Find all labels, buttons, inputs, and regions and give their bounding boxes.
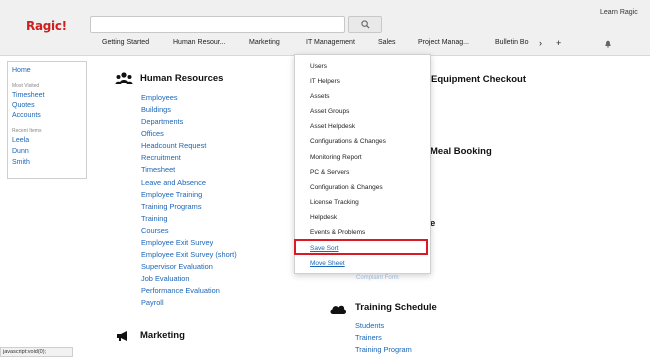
sidebar-item-dunn[interactable]: Dunn <box>12 148 29 155</box>
tab-getting-started[interactable]: Getting Started <box>102 39 149 46</box>
bell-icon[interactable] <box>604 40 612 48</box>
dropdown-item-monitoring-report[interactable]: Monitoring Report <box>310 154 362 161</box>
hr-link-training-programs[interactable]: Training Programs <box>141 202 202 211</box>
hr-link-training[interactable]: Training <box>141 214 167 223</box>
learn-ragic-link[interactable]: Learn Ragic <box>600 9 638 16</box>
status-bar: javascript:void(0); <box>0 347 73 357</box>
sidebar-item-smith[interactable]: Smith <box>12 159 30 166</box>
dropdown-item-users[interactable]: Users <box>310 63 327 70</box>
tab-bulletin-board[interactable]: Bulletin Bo <box>495 39 528 46</box>
hr-link-departments[interactable]: Departments <box>141 117 183 126</box>
sidebar: Home Most Visited Timesheet Quotes Accou… <box>7 61 87 179</box>
hr-link-recruitment[interactable]: Recruitment <box>141 153 181 162</box>
section-title-human-resources: Human Resources <box>140 73 224 84</box>
dropdown-item-asset-helpdesk[interactable]: Asset Helpdesk <box>310 123 355 130</box>
section-title-training-schedule: Training Schedule <box>355 302 437 313</box>
dropdown-item-configuration-changes[interactable]: Configuration & Changes <box>310 184 383 191</box>
hr-link-buildings[interactable]: Buildings <box>141 105 171 114</box>
hr-link-courses[interactable]: Courses <box>141 226 169 235</box>
hr-link-employee-exit-survey-short[interactable]: Employee Exit Survey (short) <box>141 250 237 259</box>
dropdown-item-assets[interactable]: Assets <box>310 93 330 100</box>
search-input[interactable] <box>90 16 345 33</box>
hr-link-leave-and-absence[interactable]: Leave and Absence <box>141 178 206 187</box>
recent-items-caption: Recent Items <box>12 128 42 134</box>
search-icon <box>360 20 370 29</box>
hr-link-headcount-request[interactable]: Headcount Request <box>141 141 206 150</box>
dropdown-item-pc-servers[interactable]: PC & Servers <box>310 169 349 176</box>
hr-link-job-evaluation[interactable]: Job Evaluation <box>141 274 189 283</box>
tab-project-management[interactable]: Project Manag... <box>418 39 469 46</box>
most-visited-caption: Most Visited <box>12 83 40 89</box>
hr-link-employees[interactable]: Employees <box>141 93 178 102</box>
section-title-meal-booking: Meal Booking <box>430 146 492 157</box>
training-link-trainers[interactable]: Trainers <box>355 333 382 342</box>
sidebar-home[interactable]: Home <box>12 67 31 74</box>
tab-sales[interactable]: Sales <box>378 39 396 46</box>
tab-marketing[interactable]: Marketing <box>249 39 280 46</box>
training-link-students[interactable]: Students <box>355 321 384 330</box>
search-button[interactable] <box>348 16 382 33</box>
sidebar-item-accounts[interactable]: Accounts <box>12 112 41 119</box>
section-title-equipment-checkout: Equipment Checkout <box>431 74 527 85</box>
sidebar-item-quotes[interactable]: Quotes <box>12 102 35 109</box>
people-icon <box>115 72 133 84</box>
dropdown-move-sheet[interactable]: Move Sheet <box>310 260 345 267</box>
sidebar-item-timesheet[interactable]: Timesheet <box>12 92 44 99</box>
hr-link-supervisor-evaluation[interactable]: Supervisor Evaluation <box>141 262 213 271</box>
add-tab-button[interactable]: + <box>556 38 561 48</box>
dropdown-item-configurations-changes[interactable]: Configurations & Changes <box>310 138 386 145</box>
sidebar-item-leela[interactable]: Leela <box>12 137 29 144</box>
hr-link-timesheet[interactable]: Timesheet <box>141 165 175 174</box>
hr-link-performance-evaluation[interactable]: Performance Evaluation <box>141 286 220 295</box>
hr-link-employee-training[interactable]: Employee Training <box>141 190 202 199</box>
training-link-training-program[interactable]: Training Program <box>355 345 412 354</box>
dropdown-item-it-helpers[interactable]: IT Helpers <box>310 78 340 85</box>
hr-link-payroll[interactable]: Payroll <box>141 298 164 307</box>
tab-it-management[interactable]: IT Management <box>306 39 355 46</box>
section-title-marketing: Marketing <box>140 330 185 341</box>
hr-link-offices[interactable]: Offices <box>141 129 164 138</box>
save-sort-highlight-box <box>294 239 428 255</box>
tabs-more-arrow[interactable]: › <box>539 38 542 48</box>
hr-link-employee-exit-survey[interactable]: Employee Exit Survey <box>141 238 213 247</box>
cloud-icon <box>330 305 347 314</box>
dropdown-item-helpdesk[interactable]: Helpdesk <box>310 214 337 221</box>
dropdown-item-license-tracking[interactable]: License Tracking <box>310 199 359 206</box>
complaint-form-link[interactable]: Complaint Form <box>356 275 399 281</box>
tab-human-resources[interactable]: Human Resour... <box>173 39 226 46</box>
dropdown-item-events-problems[interactable]: Events & Problems <box>310 229 365 236</box>
ragic-logo[interactable]: Ragic! <box>26 19 67 33</box>
megaphone-icon <box>117 331 127 341</box>
dropdown-item-asset-groups[interactable]: Asset Groups <box>310 108 349 115</box>
